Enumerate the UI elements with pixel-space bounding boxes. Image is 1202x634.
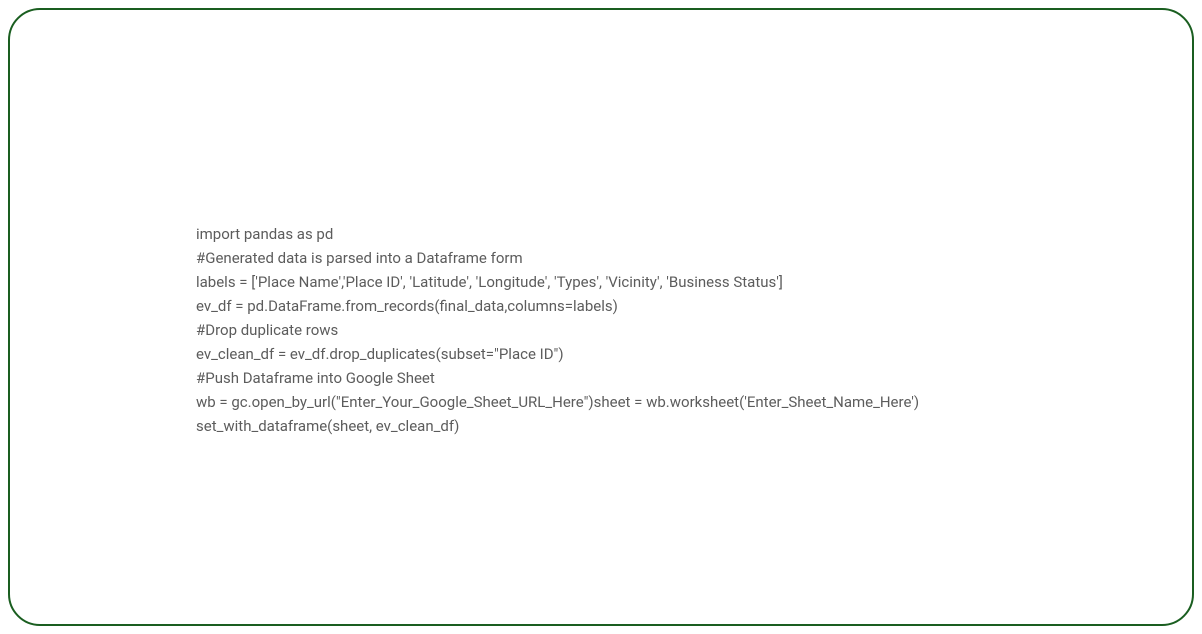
code-line: set_with_dataframe(sheet, ev_clean_df)	[196, 414, 1006, 438]
code-line: labels = ['Place Name','Place ID', 'Lati…	[196, 270, 1006, 294]
code-line: import pandas as pd	[196, 222, 1006, 246]
code-line: wb = gc.open_by_url("Enter_Your_Google_S…	[196, 390, 1006, 414]
code-line: #Push Dataframe into Google Sheet	[196, 366, 1006, 390]
document-frame: import pandas as pd #Generated data is p…	[8, 8, 1194, 626]
code-line: #Generated data is parsed into a Datafra…	[196, 246, 1006, 270]
code-line: ev_df = pd.DataFrame.from_records(final_…	[196, 294, 1006, 318]
code-line: ev_clean_df = ev_df.drop_duplicates(subs…	[196, 342, 1006, 366]
code-line: #Drop duplicate rows	[196, 318, 1006, 342]
code-block: import pandas as pd #Generated data is p…	[196, 222, 1006, 438]
